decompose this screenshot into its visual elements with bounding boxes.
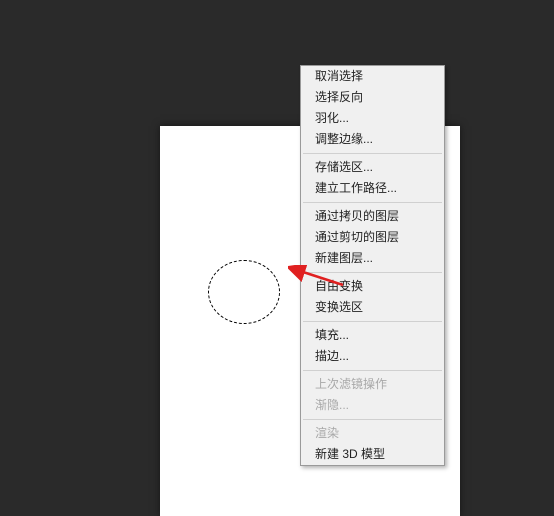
context-menu[interactable]: 取消选择 选择反向 羽化... 调整边缘... 存储选区... 建立工作路径..… xyxy=(300,65,445,466)
menu-item-save-selection[interactable]: 存储选区... xyxy=(301,157,444,178)
menu-separator xyxy=(303,370,442,371)
menu-item-make-work-path[interactable]: 建立工作路径... xyxy=(301,178,444,199)
menu-separator xyxy=(303,202,442,203)
menu-item-new-3d-model[interactable]: 新建 3D 模型 xyxy=(301,444,444,465)
menu-item-layer-via-cut[interactable]: 通过剪切的图层 xyxy=(301,227,444,248)
selection-marquee xyxy=(208,260,280,324)
menu-separator xyxy=(303,321,442,322)
menu-item-feather[interactable]: 羽化... xyxy=(301,108,444,129)
menu-item-transform-selection[interactable]: 变换选区 xyxy=(301,297,444,318)
menu-item-select-inverse[interactable]: 选择反向 xyxy=(301,87,444,108)
menu-item-deselect[interactable]: 取消选择 xyxy=(301,66,444,87)
menu-item-refine-edge[interactable]: 调整边缘... xyxy=(301,129,444,150)
menu-item-fade: 渐隐... xyxy=(301,395,444,416)
menu-separator xyxy=(303,153,442,154)
menu-item-fill[interactable]: 填充... xyxy=(301,325,444,346)
menu-item-last-filter: 上次滤镜操作 xyxy=(301,374,444,395)
menu-item-new-layer[interactable]: 新建图层... xyxy=(301,248,444,269)
menu-item-free-transform[interactable]: 自由变换 xyxy=(301,276,444,297)
menu-separator xyxy=(303,419,442,420)
menu-separator xyxy=(303,272,442,273)
menu-item-render: 渲染 xyxy=(301,423,444,444)
menu-item-layer-via-copy[interactable]: 通过拷贝的图层 xyxy=(301,206,444,227)
menu-item-stroke[interactable]: 描边... xyxy=(301,346,444,367)
